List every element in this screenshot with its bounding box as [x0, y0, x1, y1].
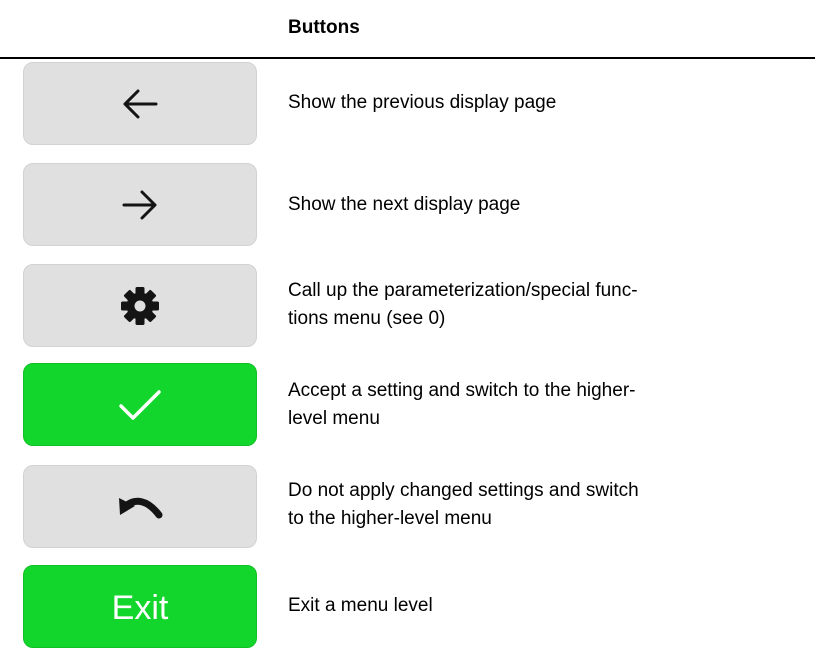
- previous-page-button[interactable]: [23, 62, 257, 145]
- accept-button[interactable]: [23, 363, 257, 446]
- checkmark-icon: [118, 388, 162, 422]
- undo-button[interactable]: [23, 465, 257, 548]
- header-divider: [0, 57, 815, 59]
- gear-icon: [120, 286, 160, 326]
- section-header: Buttons: [288, 17, 360, 38]
- accept-description: Accept a setting and switch to the highe…: [288, 380, 636, 429]
- exit-button-label: Exit: [111, 588, 169, 627]
- settings-button[interactable]: [23, 264, 257, 347]
- arrow-right-icon: [122, 189, 158, 221]
- previous-page-description: Show the previous display page: [288, 92, 557, 113]
- undo-icon: [117, 493, 163, 521]
- arrow-left-icon: [122, 88, 158, 120]
- settings-description: Call up the parameterization/special fun…: [288, 280, 638, 329]
- exit-button[interactable]: Exit: [23, 565, 257, 648]
- exit-description: Exit a menu level: [288, 595, 433, 616]
- next-page-button[interactable]: [23, 163, 257, 246]
- next-page-description: Show the next display page: [288, 194, 521, 215]
- undo-description: Do not apply changed settings and switch…: [288, 480, 639, 529]
